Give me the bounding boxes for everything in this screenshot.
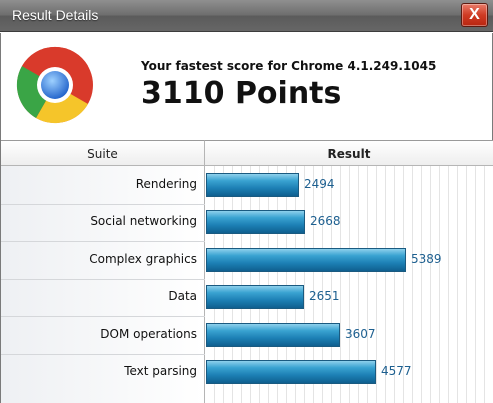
suite-label: Rendering bbox=[135, 176, 197, 191]
window-title: Result Details bbox=[12, 7, 99, 23]
chrome-logo-icon bbox=[16, 46, 93, 124]
total-score: 3110 Points bbox=[141, 76, 342, 111]
result-bar bbox=[206, 360, 376, 385]
result-value: 2668 bbox=[310, 214, 341, 229]
suite-label: Text parsing bbox=[124, 364, 197, 379]
result-bar bbox=[206, 247, 406, 272]
result-bar bbox=[206, 322, 340, 347]
suite-label: Data bbox=[168, 289, 197, 304]
row-divider bbox=[1, 241, 205, 242]
result-header: Your fastest score for Chrome 4.1.249.10… bbox=[0, 33, 493, 140]
result-value: 2651 bbox=[309, 289, 340, 304]
column-header-result[interactable]: Result bbox=[205, 140, 493, 166]
fastest-score-caption: Your fastest score for Chrome 4.1.249.10… bbox=[141, 59, 437, 73]
title-bar: Result Details X bbox=[0, 0, 493, 32]
close-button[interactable]: X bbox=[461, 3, 488, 27]
results-table: Suite Result Rendering 2494 Social network… bbox=[0, 140, 493, 403]
row-divider bbox=[1, 316, 205, 317]
row-divider bbox=[1, 353, 205, 355]
result-value: 5389 bbox=[411, 251, 442, 266]
result-bar bbox=[206, 172, 299, 197]
suite-label: Complex graphics bbox=[89, 251, 197, 266]
result-value: 3607 bbox=[345, 326, 376, 341]
result-value: 2494 bbox=[304, 176, 335, 191]
row-divider bbox=[1, 278, 205, 280]
column-header-suite[interactable]: Suite bbox=[1, 140, 205, 166]
row-divider bbox=[1, 203, 205, 205]
result-bar bbox=[206, 285, 304, 310]
suite-label: Social networking bbox=[90, 214, 197, 229]
suite-label: DOM operations bbox=[100, 326, 197, 341]
result-value: 4577 bbox=[381, 364, 412, 379]
result-bar bbox=[206, 210, 305, 235]
